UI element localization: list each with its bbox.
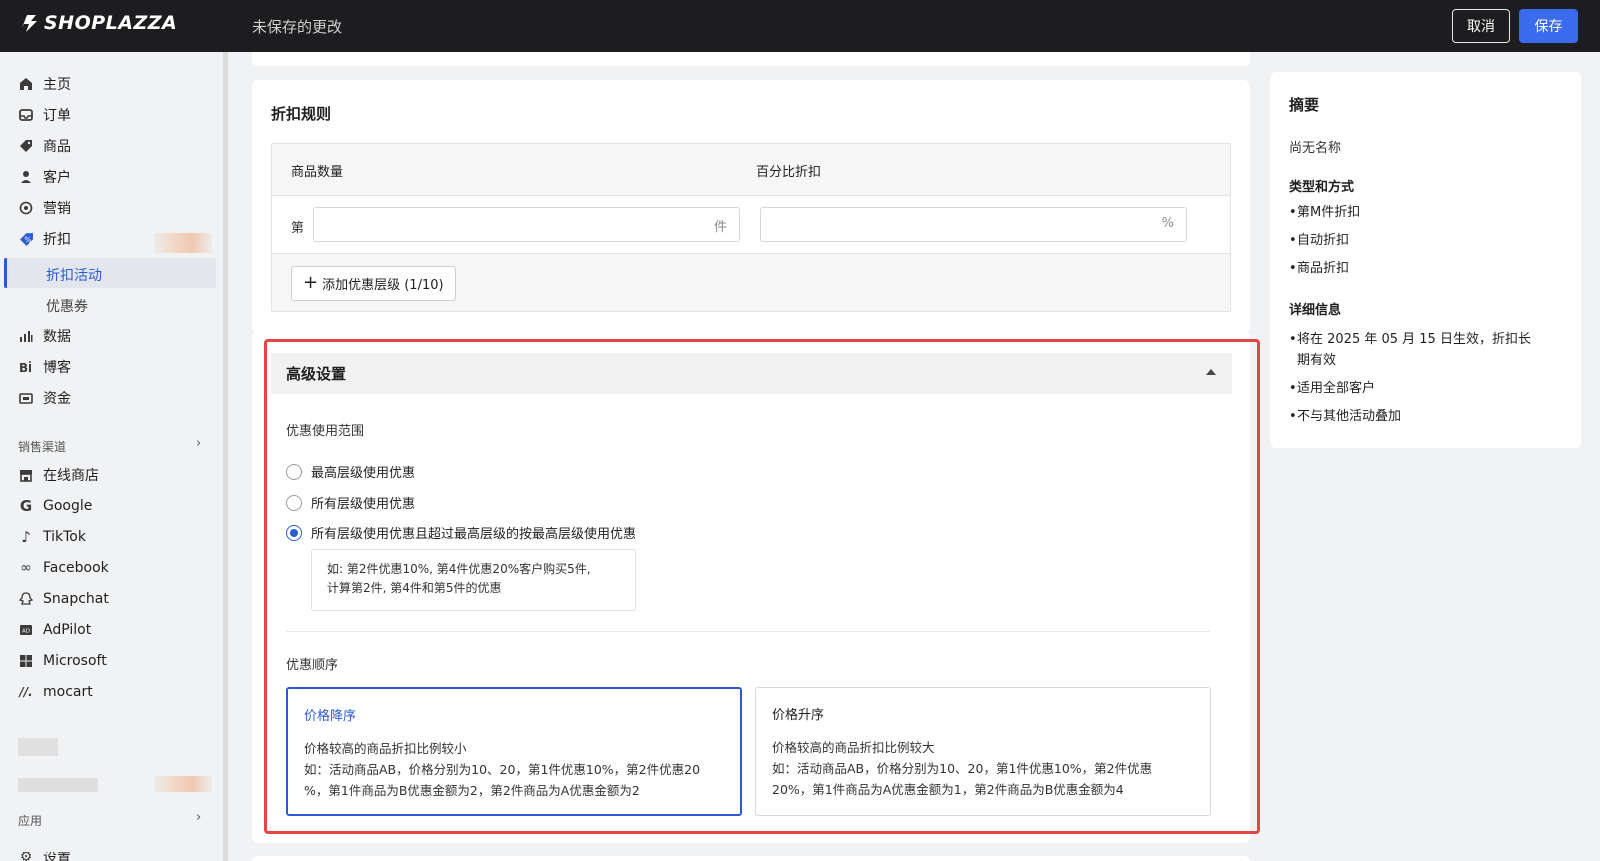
sidebar-item-finance[interactable]: 资金 bbox=[18, 385, 218, 411]
percent-suffix: % bbox=[1161, 216, 1174, 231]
unsaved-changes-label: 未保存的更改 bbox=[252, 18, 343, 36]
plus-icon: + bbox=[303, 272, 319, 293]
summary-title: 摘要 bbox=[1289, 96, 1320, 114]
inbox-icon bbox=[18, 107, 34, 123]
tag-icon bbox=[18, 138, 34, 154]
sidebar-scrollbar[interactable] bbox=[223, 52, 228, 861]
summary-type-item: 自动折扣 bbox=[1289, 230, 1557, 251]
svg-text:B: B bbox=[19, 361, 28, 374]
summary-detail-item: 适用全部客户 bbox=[1289, 378, 1557, 399]
top-bar: SHOPLAZZA 未保存的更改 取消 保存 bbox=[0, 0, 1600, 52]
sidebar-item-settings[interactable]: ⚙ 设置 bbox=[18, 852, 218, 861]
home-icon bbox=[18, 76, 34, 92]
previous-card-edge bbox=[252, 52, 1250, 66]
blurred-badge-2 bbox=[154, 776, 212, 792]
sidebar-channel-google[interactable]: G Google bbox=[18, 493, 218, 519]
blurred-badge bbox=[154, 233, 212, 253]
sales-channels-label: 销售渠道 bbox=[18, 440, 67, 454]
svg-text:AD: AD bbox=[22, 629, 30, 635]
sidebar-item-marketing[interactable]: 营销 bbox=[18, 195, 218, 221]
sidebar-channel-microsoft[interactable]: Microsoft bbox=[18, 648, 218, 674]
google-icon: G bbox=[19, 497, 33, 515]
sidebar-subitem-discount-campaigns[interactable]: 折扣活动 bbox=[46, 265, 102, 285]
sidebar-subitem-coupons[interactable]: 优惠券 bbox=[46, 296, 88, 316]
sidebar-item-blog[interactable]: B 博客 bbox=[18, 354, 218, 380]
summary-type-item: 第M件折扣 bbox=[1289, 202, 1557, 223]
target-icon bbox=[18, 200, 34, 216]
sidebar-channel-adpilot[interactable]: AD AdPilot bbox=[18, 617, 218, 643]
shoplazza-logo-icon bbox=[22, 15, 37, 32]
highlight-frame bbox=[264, 339, 1260, 834]
person-icon bbox=[18, 169, 34, 185]
blurred-app-2 bbox=[18, 778, 98, 792]
mocart-icon: //. bbox=[19, 685, 33, 699]
sidebar-channel-snapchat[interactable]: Snapchat bbox=[18, 586, 218, 612]
apps-chevron-icon[interactable]: › bbox=[196, 810, 201, 825]
sidebar-item-products[interactable]: 商品 bbox=[18, 133, 218, 159]
summary-detail-heading: 详细信息 bbox=[1289, 303, 1342, 318]
sidebar-item-analytics[interactable]: 数据 bbox=[18, 323, 218, 349]
summary-type-heading: 类型和方式 bbox=[1289, 180, 1355, 195]
sidebar-channel-tiktok[interactable]: ♪ TikTok bbox=[18, 524, 218, 550]
summary-type-item: 商品折扣 bbox=[1289, 258, 1557, 279]
sales-channels-chevron-icon[interactable]: › bbox=[196, 436, 201, 451]
logo-text: SHOPLAZZA bbox=[44, 12, 178, 34]
summary-name: 尚无名称 bbox=[1289, 141, 1342, 156]
percent-input[interactable]: % bbox=[760, 207, 1187, 242]
sidebar-channel-mocart[interactable]: //. mocart bbox=[18, 679, 218, 705]
sidebar-channel-facebook[interactable]: ∞ Facebook bbox=[18, 555, 218, 581]
svg-text:%: % bbox=[24, 235, 31, 244]
adpilot-icon: AD bbox=[18, 622, 34, 638]
discount-icon: % bbox=[18, 231, 34, 247]
quantity-suffix: 件 bbox=[713, 220, 727, 235]
summary-detail-item: 不与其他活动叠加 bbox=[1289, 406, 1557, 427]
meta-icon: ∞ bbox=[20, 560, 32, 576]
discount-rules-title: 折扣规则 bbox=[271, 105, 332, 123]
bar-chart-icon bbox=[18, 328, 34, 344]
sidebar-item-customers[interactable]: 客户 bbox=[18, 164, 218, 190]
blurred-app-1 bbox=[18, 738, 58, 756]
quantity-input[interactable]: 件 bbox=[313, 207, 740, 242]
blog-icon: B bbox=[18, 359, 34, 375]
active-nav-highlight bbox=[4, 258, 216, 288]
percent-column-header: 百分比折扣 bbox=[756, 165, 822, 180]
save-button[interactable]: 保存 bbox=[1519, 9, 1578, 43]
gear-icon: ⚙ bbox=[19, 852, 33, 861]
sidebar-item-orders[interactable]: 订单 bbox=[18, 102, 218, 128]
tiktok-icon: ♪ bbox=[21, 528, 31, 546]
apps-label: 应用 bbox=[18, 814, 43, 828]
wallet-icon bbox=[18, 390, 34, 406]
snapchat-icon bbox=[18, 591, 34, 607]
store-icon bbox=[18, 467, 34, 483]
summary-detail-item: 将在 2025 年 05 月 15 日生效，折扣长期有效 bbox=[1289, 329, 1542, 371]
cancel-button[interactable]: 取消 bbox=[1452, 9, 1510, 43]
quantity-column-header: 商品数量 bbox=[291, 165, 344, 180]
sidebar-item-home[interactable]: 主页 bbox=[18, 71, 218, 97]
row-prefix-label: 第 bbox=[291, 221, 305, 236]
add-tier-button[interactable]: + 添加优惠层级 (1/10) bbox=[291, 266, 456, 301]
microsoft-icon bbox=[18, 653, 34, 669]
rules-divider-2 bbox=[271, 253, 1231, 254]
sidebar-channel-online-store[interactable]: 在线商店 bbox=[18, 462, 218, 488]
shoplazza-logo[interactable]: SHOPLAZZA bbox=[18, 12, 177, 34]
next-card-edge bbox=[252, 856, 1250, 861]
